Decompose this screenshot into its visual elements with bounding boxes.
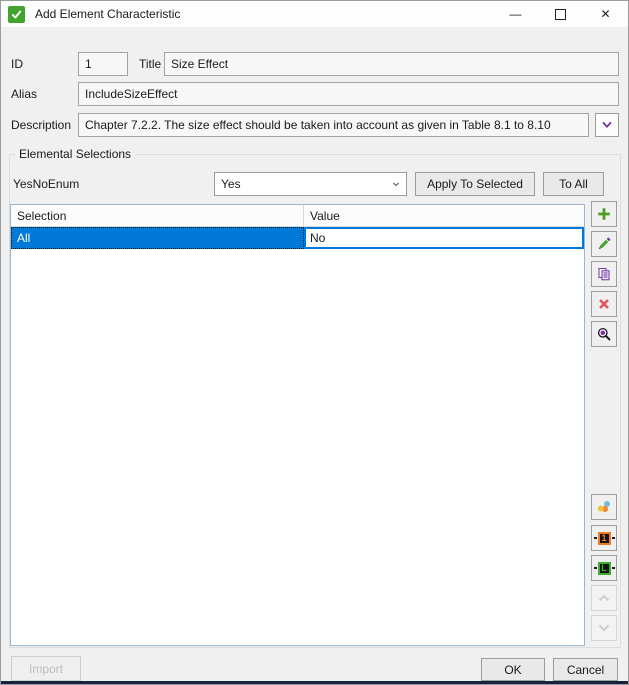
label-tag-icon: L — [594, 562, 615, 575]
ok-button[interactable]: OK — [481, 658, 545, 681]
close-icon: ✕ — [600, 7, 610, 21]
table-row[interactable]: All No — [11, 227, 584, 249]
chevron-down-icon — [600, 118, 614, 132]
yesnoenum-label: YesNoEnum — [13, 172, 79, 196]
table-header: Selection Value — [11, 205, 584, 227]
description-field[interactable]: Chapter 7.2.2. The size effect should be… — [78, 113, 589, 137]
cancel-button[interactable]: Cancel — [553, 658, 618, 681]
to-all-button[interactable]: To All — [543, 172, 604, 196]
column-header-selection[interactable]: Selection — [11, 205, 304, 226]
move-up-chevron-icon — [596, 590, 612, 606]
alias-label: Alias — [11, 82, 37, 106]
label-tag-button[interactable]: L — [591, 555, 617, 581]
title-bar: Add Element Characteristic — ✕ — [1, 1, 628, 27]
delete-button[interactable] — [591, 291, 617, 317]
number-tag-icon: 1 — [594, 532, 615, 545]
import-button: Import — [11, 656, 81, 681]
search-button[interactable] — [591, 321, 617, 347]
bottom-edge-strip — [1, 681, 628, 685]
colored-spheres-icon — [596, 499, 612, 515]
move-down-chevron-icon — [596, 620, 612, 636]
selection-cell[interactable]: All — [11, 227, 304, 249]
magnifier-icon — [596, 326, 612, 342]
copy-icon — [596, 266, 612, 282]
spheres-button[interactable] — [591, 494, 617, 520]
id-label: ID — [11, 52, 23, 76]
title-field[interactable]: Size Effect — [164, 52, 619, 76]
title-label: Title — [139, 52, 161, 76]
window-controls: — ✕ — [493, 1, 628, 27]
minimize-icon: — — [510, 7, 522, 21]
delete-x-icon — [596, 296, 612, 312]
apply-to-selected-button[interactable]: Apply To Selected — [415, 172, 535, 196]
value-cell-editor[interactable]: No — [304, 227, 584, 249]
selections-table: Selection Value All No — [10, 204, 585, 646]
edit-pencil-icon — [596, 236, 612, 252]
alias-field[interactable]: IncludeSizeEffect — [78, 82, 619, 106]
add-element-characteristic-dialog: Add Element Characteristic — ✕ ID 1 Titl… — [0, 0, 629, 685]
yesnoenum-value: Yes — [221, 177, 241, 191]
description-label: Description — [11, 113, 71, 137]
yesnoenum-dropdown[interactable]: Yes — [214, 172, 407, 196]
maximize-icon — [555, 9, 566, 20]
minimize-button[interactable]: — — [493, 1, 538, 27]
chevron-down-icon — [390, 178, 402, 190]
id-field[interactable]: 1 — [78, 52, 128, 76]
close-button[interactable]: ✕ — [583, 1, 628, 27]
move-up-button — [591, 585, 617, 611]
description-expand-button[interactable] — [595, 113, 619, 137]
group-label: Elemental Selections — [15, 147, 135, 161]
move-down-button — [591, 615, 617, 641]
copy-button[interactable] — [591, 261, 617, 287]
add-button[interactable] — [591, 201, 617, 227]
green-checkmark-icon — [8, 6, 25, 23]
number-tag-button[interactable]: 1 — [591, 525, 617, 551]
add-plus-icon — [596, 206, 612, 222]
edit-button[interactable] — [591, 231, 617, 257]
column-header-value[interactable]: Value — [304, 205, 584, 226]
window-title: Add Element Characteristic — [35, 7, 180, 21]
maximize-button[interactable] — [538, 1, 583, 27]
